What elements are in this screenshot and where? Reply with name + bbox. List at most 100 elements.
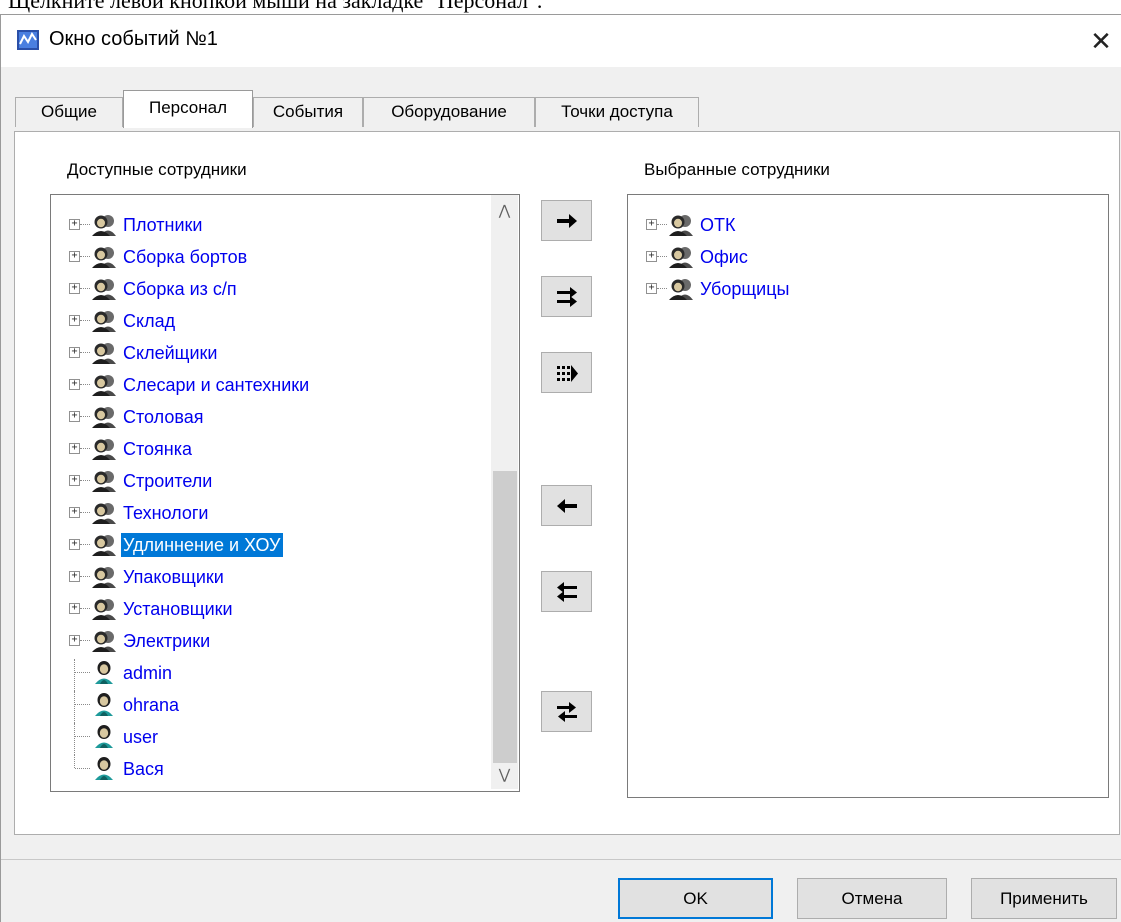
expand-icon[interactable]: + — [69, 571, 80, 582]
user-icon — [91, 692, 117, 716]
expand-icon[interactable]: + — [69, 411, 80, 422]
selected-employee-item[interactable]: + Уборщицы — [628, 275, 1058, 305]
swap-button[interactable] — [541, 691, 592, 732]
available-employee-item-label: Стоянка — [123, 439, 193, 459]
add-all-button[interactable] — [541, 352, 592, 393]
tree-connector — [74, 723, 75, 755]
remove-group-button[interactable] — [541, 571, 592, 612]
app-icon — [17, 30, 39, 50]
expand-icon[interactable]: + — [69, 219, 80, 230]
available-employee-item[interactable]: + Установщики — [51, 595, 481, 625]
selected-employees-list[interactable]: + ОТК + Офис + Уборщицы — [627, 194, 1109, 798]
scroll-up-icon[interactable]: ⋀ — [491, 197, 518, 223]
tree-connector — [80, 544, 90, 545]
selected-employee-item[interactable]: + Офис — [628, 243, 1058, 273]
expand-icon[interactable]: + — [69, 379, 80, 390]
expand-icon[interactable]: + — [69, 347, 80, 358]
ok-button[interactable]: OK — [618, 878, 773, 919]
expand-icon[interactable]: + — [69, 475, 80, 486]
available-list-scrollbar[interactable]: ⋀ ⋁ — [491, 195, 518, 789]
add-one-button[interactable] — [541, 200, 592, 241]
available-employee-item-label: Столовая — [123, 407, 204, 427]
available-employee-item-label: Плотники — [123, 215, 203, 235]
expand-icon[interactable]: + — [69, 283, 80, 294]
tab-events[interactable]: События — [253, 97, 363, 127]
arrow-left-icon — [557, 499, 577, 513]
group-icon — [91, 276, 117, 300]
selected-employee-item[interactable]: + ОТК — [628, 211, 1058, 241]
tree-connector — [657, 288, 667, 289]
tree-connector — [80, 608, 90, 609]
group-icon — [668, 276, 694, 300]
close-icon[interactable]: ✕ — [1081, 21, 1121, 61]
available-employee-item[interactable]: + Технологи — [51, 499, 481, 529]
available-employees-label: Доступные сотрудники — [67, 160, 247, 179]
tree-connector — [80, 224, 90, 225]
expand-icon[interactable]: + — [646, 251, 657, 262]
tab-personnel[interactable]: Персонал — [123, 90, 253, 128]
expand-icon[interactable]: + — [69, 315, 80, 326]
group-icon — [91, 308, 117, 332]
group-icon — [91, 404, 117, 428]
expand-icon[interactable]: + — [69, 603, 80, 614]
selected-employee-item-label: ОТК — [700, 215, 736, 235]
expand-icon[interactable]: + — [646, 283, 657, 294]
available-employee-item-label: user — [123, 727, 159, 747]
tab-equipment[interactable]: Оборудование — [363, 97, 535, 127]
selected-employees-label: Выбранные сотрудники — [644, 160, 830, 179]
tree-connector — [80, 640, 90, 641]
group-icon — [91, 564, 117, 588]
group-icon — [91, 468, 117, 492]
scroll-down-icon[interactable]: ⋁ — [491, 761, 518, 787]
expand-icon[interactable]: + — [69, 251, 80, 262]
add-group-button[interactable] — [541, 276, 592, 317]
expand-icon[interactable]: + — [69, 443, 80, 454]
available-employee-item-label: admin — [123, 663, 173, 683]
available-employee-item[interactable]: + Столовая — [51, 403, 481, 433]
selected-employee-item-label: Уборщицы — [700, 279, 790, 299]
expand-icon[interactable]: + — [646, 219, 657, 230]
cancel-button[interactable]: Отмена — [797, 878, 947, 919]
available-employee-item[interactable]: + Склад — [51, 307, 481, 337]
available-employee-item[interactable]: Вася — [51, 755, 481, 785]
group-icon — [91, 500, 117, 524]
available-employee-item[interactable]: + Электрики — [51, 627, 481, 657]
expand-icon[interactable]: + — [69, 635, 80, 646]
available-employee-item-label: ohrana — [123, 695, 180, 715]
available-employee-item[interactable]: + Плотники — [51, 211, 481, 241]
apply-button[interactable]: Применить — [971, 878, 1117, 919]
tree-connector — [75, 736, 90, 737]
group-icon — [91, 596, 117, 620]
available-employee-item-label: Установщики — [123, 599, 233, 619]
tree-connector — [74, 755, 75, 768]
available-employee-item[interactable]: + Слесари и сантехники — [51, 371, 481, 401]
available-employee-item[interactable]: admin — [51, 659, 481, 691]
expand-icon[interactable]: + — [69, 507, 80, 518]
event-window: Окно событий №1 ✕ Общие Персонал События… — [0, 14, 1121, 922]
tree-connector — [80, 320, 90, 321]
scroll-thumb[interactable] — [493, 471, 517, 763]
available-employee-item[interactable]: user — [51, 723, 481, 755]
available-employee-item[interactable]: + Удлиннение и ХОУ — [51, 531, 481, 561]
available-employee-item[interactable]: + Стоянка — [51, 435, 481, 465]
available-employee-item[interactable]: + Упаковщики — [51, 563, 481, 593]
document-instruction: Щелкните левой кнопкой мыши на закладке … — [8, 0, 543, 13]
tab-access-points[interactable]: Точки доступа — [535, 97, 699, 127]
available-employee-item[interactable]: + Сборка из с/п — [51, 275, 481, 305]
available-employee-item-label: Слесари и сантехники — [123, 375, 310, 395]
tree-connector — [75, 768, 90, 769]
available-employee-item[interactable]: + Сборка бортов — [51, 243, 481, 273]
available-employee-item[interactable]: + Строители — [51, 467, 481, 497]
remove-one-button[interactable] — [541, 485, 592, 526]
dotted-arrow-right-icon — [557, 365, 578, 382]
user-icon — [91, 660, 117, 684]
available-employee-item[interactable]: ohrana — [51, 691, 481, 723]
available-employee-item[interactable]: + Склейщики — [51, 339, 481, 369]
available-employees-list[interactable]: ⋀ ⋁ + Плотники + Сборка бортов + Сборка из с/… — [50, 194, 520, 792]
group-icon — [91, 436, 117, 460]
group-icon — [668, 212, 694, 236]
tree-connector — [80, 512, 90, 513]
expand-icon[interactable]: + — [69, 539, 80, 550]
group-icon — [668, 244, 694, 268]
tab-general[interactable]: Общие — [15, 97, 123, 127]
